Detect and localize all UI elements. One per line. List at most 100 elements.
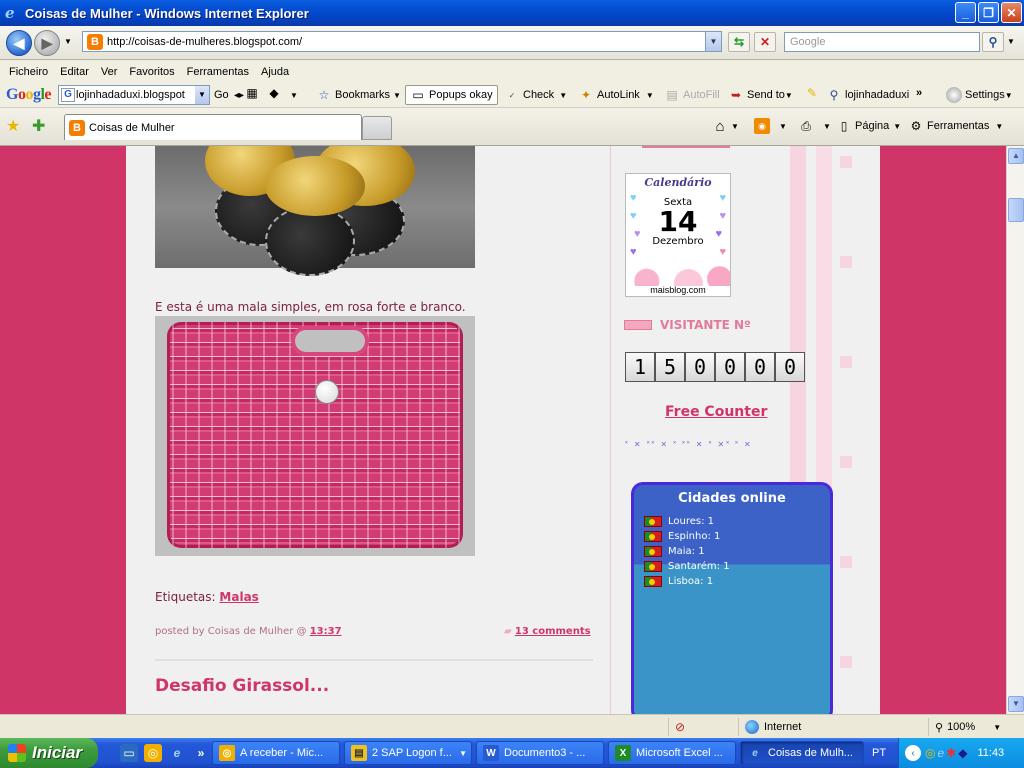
comments-link[interactable]: 13 comments xyxy=(515,626,591,637)
post-caption: E esta é uma mala simples, em rosa forte… xyxy=(155,300,466,314)
city-label: Loures: 1 xyxy=(668,516,715,527)
post-time-link[interactable]: 13:37 xyxy=(310,626,342,637)
news-icon[interactable]: ▦ xyxy=(244,85,260,101)
scroll-thumb[interactable] xyxy=(1008,198,1024,222)
post-footer: posted by Coisas de Mulher @ 13:37 xyxy=(155,626,342,637)
heart-icon: ♥ xyxy=(630,192,637,204)
search-icon[interactable]: ⚲ xyxy=(982,32,1004,52)
home-icon: ⌂ xyxy=(715,117,725,135)
label-link-malas[interactable]: Malas xyxy=(219,590,258,604)
menu-edit[interactable]: Editar xyxy=(54,66,95,78)
more-quicklaunch-icon[interactable]: » xyxy=(192,744,210,762)
security-icon-section: ⊘ xyxy=(668,718,738,736)
new-tab-button[interactable] xyxy=(362,116,392,140)
search-options-icon[interactable]: ▼ xyxy=(1007,37,1015,46)
scroll-up-icon[interactable]: ▲ xyxy=(1008,148,1024,164)
pink-bag-image[interactable] xyxy=(155,316,475,556)
task-button-excel[interactable]: X Microsoft Excel ... xyxy=(608,741,736,765)
post-labels: Etiquetas: Malas xyxy=(155,590,259,604)
menu-file[interactable]: Ficheiro xyxy=(3,66,54,78)
tab-coisas-de-mulher[interactable]: B Coisas de Mulher xyxy=(64,114,362,140)
favorites-star-icon[interactable]: ★ xyxy=(6,116,20,136)
print-button[interactable]: ⎙ ▼ xyxy=(798,116,831,136)
more-buttons-icon[interactable]: » xyxy=(916,83,922,103)
menu-view[interactable]: Ver xyxy=(95,66,124,78)
tools-menu-button[interactable]: ⚙ Ferramentas ▼ xyxy=(908,116,1004,136)
city-label: Espinho: 1 xyxy=(668,531,721,542)
outlook-icon[interactable]: ◎ xyxy=(144,744,162,762)
ie-tray-icon[interactable]: e xyxy=(937,746,944,760)
counter-digit: 1 xyxy=(625,352,655,382)
puzzle-icon[interactable]: ◆ xyxy=(266,85,282,101)
autolink-button[interactable]: ✦ AutoLink ▼ xyxy=(578,85,654,105)
task-button-outlook[interactable]: ◎ A receber - Mic... xyxy=(212,741,340,765)
search-input[interactable]: Google xyxy=(784,32,980,52)
bookmarks-button[interactable]: ☆ Bookmarks ▼ xyxy=(316,85,401,105)
task-button-sap[interactable]: ▤ 2 SAP Logon f... ▼ xyxy=(344,741,472,765)
security-tray-icon[interactable]: ✱ xyxy=(946,746,956,760)
task-button-ie[interactable]: e Coisas de Mulh... xyxy=(740,741,864,765)
vertical-scrollbar[interactable]: ▲ ▼ xyxy=(1006,146,1024,714)
zoom-label: 100% xyxy=(947,721,976,733)
google-search-combo[interactable]: G lojinhadaduxi.blogspot ▼ xyxy=(58,85,210,105)
page-viewport[interactable]: E esta é uma mala simples, em rosa forte… xyxy=(0,146,1006,714)
list-item: Maia: 1 xyxy=(644,544,830,559)
portugal-flag-icon xyxy=(644,561,662,572)
profile-search-button[interactable]: ⚲ lojinhadaduxi xyxy=(826,85,910,105)
show-hidden-icons-icon[interactable]: ‹ xyxy=(905,745,921,761)
spellcheck-button[interactable]: ✓ Check ▼ xyxy=(504,85,567,105)
free-counter-link[interactable]: Free Counter xyxy=(665,404,767,420)
highlighter-icon[interactable]: ✎ xyxy=(804,85,820,101)
popups-button[interactable]: ▭ Popups okay xyxy=(405,85,498,105)
desktop-icon[interactable]: ▭ xyxy=(120,744,138,762)
maximize-button[interactable]: ❐ xyxy=(978,2,999,23)
next-post-title[interactable]: Desafio Girassol... xyxy=(155,676,329,696)
menu-bar: Ficheiro Editar Ver Favoritos Ferramenta… xyxy=(0,61,1024,82)
menu-tools[interactable]: Ferramentas xyxy=(181,66,255,78)
google-logo[interactable]: Google xyxy=(6,85,51,105)
close-button[interactable]: ✕ xyxy=(1001,2,1022,23)
black-petal xyxy=(265,206,355,276)
heart-icon: ♥ xyxy=(630,246,637,258)
sendto-button[interactable]: ➥ Send to ▼ xyxy=(728,85,793,105)
back-button[interactable]: ◀ xyxy=(6,30,32,56)
start-button[interactable]: Iniciar xyxy=(0,738,98,768)
options-arrows-icon[interactable]: ◂▸ xyxy=(234,85,244,105)
scroll-down-icon[interactable]: ▼ xyxy=(1008,696,1024,712)
settings-button[interactable]: Settings ▼ xyxy=(946,85,1013,105)
ie-icon[interactable]: e xyxy=(168,744,186,762)
history-dropdown-icon[interactable]: ▼ xyxy=(64,37,72,46)
autofill-button[interactable]: ▤ AutoFill xyxy=(664,85,719,105)
calendar-decoration xyxy=(626,262,730,286)
outlook-tray-icon[interactable]: ◎ xyxy=(925,746,935,760)
comment-bubble-icon: ▰ xyxy=(504,626,512,637)
home-button[interactable]: ⌂ ▼ xyxy=(712,116,738,136)
menu-favorites[interactable]: Favoritos xyxy=(123,66,180,78)
address-field[interactable]: B http://coisas-de-mulheres.blogspot.com… xyxy=(82,31,722,52)
zoom-button[interactable]: ⚲ 100% ▼ xyxy=(928,718,1018,736)
forward-button[interactable]: ▶ xyxy=(34,30,60,56)
combo-dropdown-icon[interactable]: ▼ xyxy=(195,86,209,104)
menu-help[interactable]: Ajuda xyxy=(255,66,295,78)
puzzle-dropdown-icon[interactable]: ▼ xyxy=(290,85,298,105)
refresh-button[interactable]: ⇆ xyxy=(728,32,750,52)
add-favorite-icon[interactable]: ✚ xyxy=(32,116,45,136)
page-menu-button[interactable]: ▯ Página ▼ xyxy=(836,116,902,136)
calendar-widget[interactable]: Calendário ♥ ♥ ♥ ♥ ♥ ♥ ♥ ♥ Sexta 14 Deze… xyxy=(625,173,731,297)
address-dropdown-icon[interactable]: ▼ xyxy=(705,32,721,51)
minimize-button[interactable]: _ xyxy=(955,2,976,23)
feeds-button[interactable]: ◉ ▼ xyxy=(754,116,787,136)
sidebar-rule xyxy=(642,146,730,148)
taskbar: Iniciar ▭ ◎ e » ◎ A receber - Mic... ▤ 2 S… xyxy=(0,738,1024,768)
task-button-word[interactable]: W Documento3 - ... xyxy=(476,741,604,765)
clock[interactable]: 11:43 xyxy=(977,747,1004,759)
heart-icon: ♥ xyxy=(634,228,641,240)
cidades-online-widget[interactable]: Cidades online Loures: 1 Espinho: 1 Maia… xyxy=(631,482,833,714)
language-indicator[interactable]: PT xyxy=(872,747,886,759)
list-item: Loures: 1 xyxy=(644,514,830,529)
go-button[interactable]: Go xyxy=(214,85,229,105)
task-label: Coisas de Mulh... xyxy=(768,747,853,759)
counter-digit: 0 xyxy=(745,352,775,382)
stop-button[interactable]: ✕ xyxy=(754,32,776,52)
network-tray-icon[interactable]: ◆ xyxy=(958,746,967,760)
